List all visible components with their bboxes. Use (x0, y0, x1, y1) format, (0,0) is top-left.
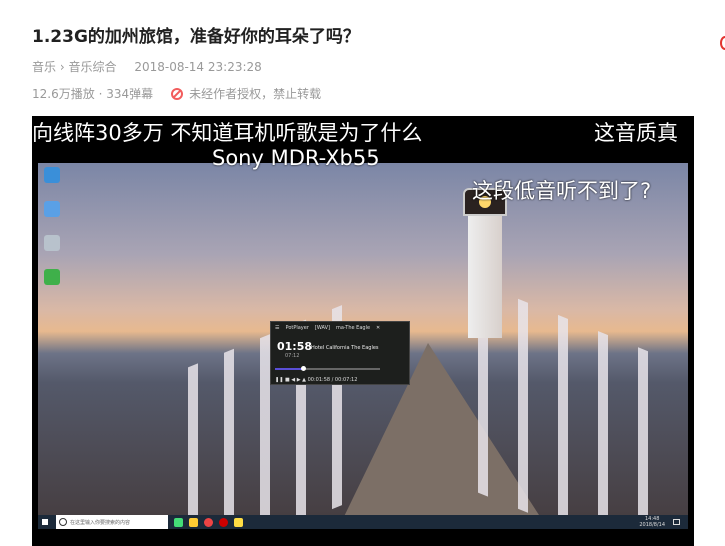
desktop-icon-app[interactable] (44, 269, 60, 285)
desktop-icon-pc[interactable] (44, 167, 60, 183)
player-total: 07:12 (285, 353, 300, 359)
player-file: ma-The Eagle (336, 325, 371, 331)
seekbar-handle[interactable] (301, 366, 307, 371)
copyright-notice: 未经作者授权，禁止转载 (189, 87, 322, 101)
lighthouse (468, 208, 502, 338)
player-format: [WAV] (314, 325, 330, 331)
player-progress-text: 00:01:58 / 00:07:12 (307, 377, 358, 383)
video-meta: 音乐 › 音乐综合 2018-08-14 23:23:28 (32, 58, 276, 75)
view-count: 12.6万播放 (32, 87, 95, 101)
taskbar: 在这里输入你要搜索的内容 14:48 2018/8/14 (38, 515, 688, 529)
file-explorer-icon[interactable] (174, 517, 183, 527)
clock[interactable]: 14:48 2018/8/14 (639, 516, 665, 528)
notification-icon[interactable] (673, 519, 680, 525)
taskbar-search[interactable]: 在这里输入你要搜索的内容 (56, 515, 168, 529)
start-icon[interactable] (42, 519, 48, 525)
category-link[interactable]: 音乐 › 音乐综合 (32, 60, 117, 74)
potplayer-taskbar-icon[interactable] (234, 517, 243, 527)
video-frame: ☰ PotPlayer [WAV] ma-The Eagle ✕ 01:58 07:12… (38, 163, 688, 529)
menu-icon[interactable]: ☰ (275, 325, 279, 331)
video-player[interactable]: ☰ PotPlayer [WAV] ma-The Eagle ✕ 01:58 07:12… (32, 116, 694, 546)
player-app-name: PotPlayer (285, 325, 309, 331)
desktop-icon-network[interactable] (44, 201, 60, 217)
sidebar-avatar-edge[interactable] (720, 36, 725, 50)
breadcrumb-subcategory[interactable]: 音乐综合 (68, 60, 116, 74)
no-repost-icon (171, 87, 184, 100)
app-icon[interactable] (219, 517, 228, 527)
danmaku-comment: 向线阵30多万 不知道耳机听歌是为了什么 (32, 121, 423, 145)
video-title: 1.23G的加州旅馆，准备好你的耳朵了吗？ (32, 27, 360, 47)
breadcrumb-separator: › (59, 60, 65, 74)
potplayer-window[interactable]: ☰ PotPlayer [WAV] ma-The Eagle ✕ 01:58 07:12… (270, 321, 410, 385)
clock-date: 2018/8/14 (639, 522, 665, 528)
player-song: Hotel California The Eagles (311, 345, 379, 351)
close-icon[interactable]: ✕ (376, 325, 380, 331)
danmaku-comment: 这段低音听不到了? (472, 179, 652, 203)
stats-separator: · (98, 86, 103, 101)
danmaku-comment: 这音质真 (594, 121, 678, 145)
chrome-icon[interactable] (204, 517, 213, 527)
video-stats: 12.6万播放 · 334弹幕 未经作者授权，禁止转载 (32, 85, 321, 102)
danmaku-count: 334弹幕 (106, 87, 154, 101)
railing-right (478, 282, 678, 529)
breadcrumb-category[interactable]: 音乐 (32, 60, 56, 74)
desktop-icon-recycle-bin[interactable] (44, 235, 60, 251)
pause-icon[interactable]: ❚❚ ■ ◀ ▶ ▲ (275, 377, 306, 383)
player-elapsed: 01:58 (277, 340, 313, 353)
seekbar-fill (275, 368, 304, 370)
player-controls: ❚❚ ■ ◀ ▶ ▲ 00:01:58 / 00:07:12 (275, 377, 357, 383)
store-icon[interactable] (189, 517, 198, 527)
publish-time: 2018-08-14 23:23:28 (134, 60, 262, 74)
danmaku-comment: Sony MDR-Xb55 (212, 146, 380, 170)
player-seekbar[interactable] (275, 366, 380, 371)
